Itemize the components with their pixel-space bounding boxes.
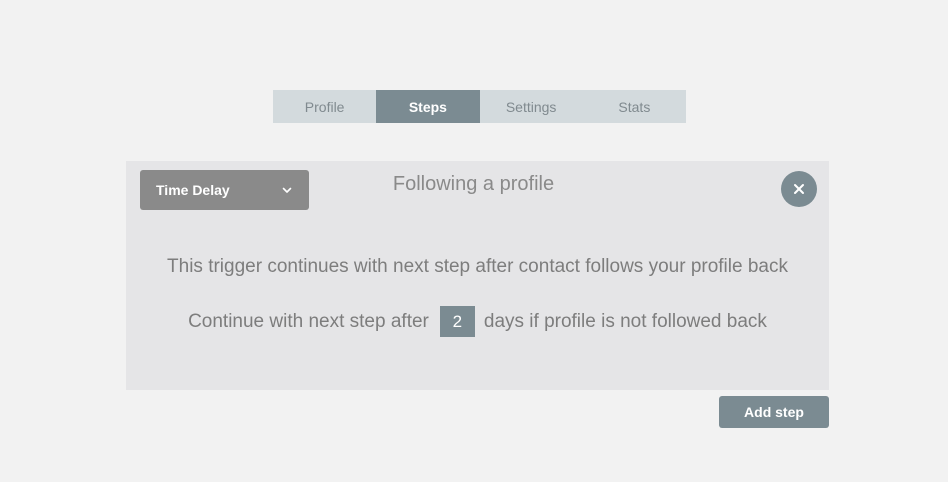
step-panel: Time Delay Following a profile This trig…: [126, 161, 829, 390]
delay-prefix-text: Continue with next step after: [188, 310, 429, 332]
tab-bar: Profile Steps Settings Stats: [273, 90, 686, 123]
tab-settings[interactable]: Settings: [479, 90, 583, 123]
tab-stats[interactable]: Stats: [582, 90, 686, 123]
step-title: Following a profile: [392, 173, 555, 195]
delay-days-input[interactable]: [439, 306, 475, 337]
delay-row: Continue with next step after days if pr…: [126, 306, 829, 337]
tab-steps[interactable]: Steps: [376, 90, 480, 123]
close-step-button[interactable]: [781, 171, 817, 207]
close-icon: [794, 184, 804, 194]
tab-profile[interactable]: Profile: [273, 90, 377, 123]
add-step-button[interactable]: Add step: [719, 396, 829, 428]
step-description: This trigger continues with next step af…: [167, 256, 788, 277]
delay-suffix-text: days if profile is not followed back: [483, 310, 767, 332]
